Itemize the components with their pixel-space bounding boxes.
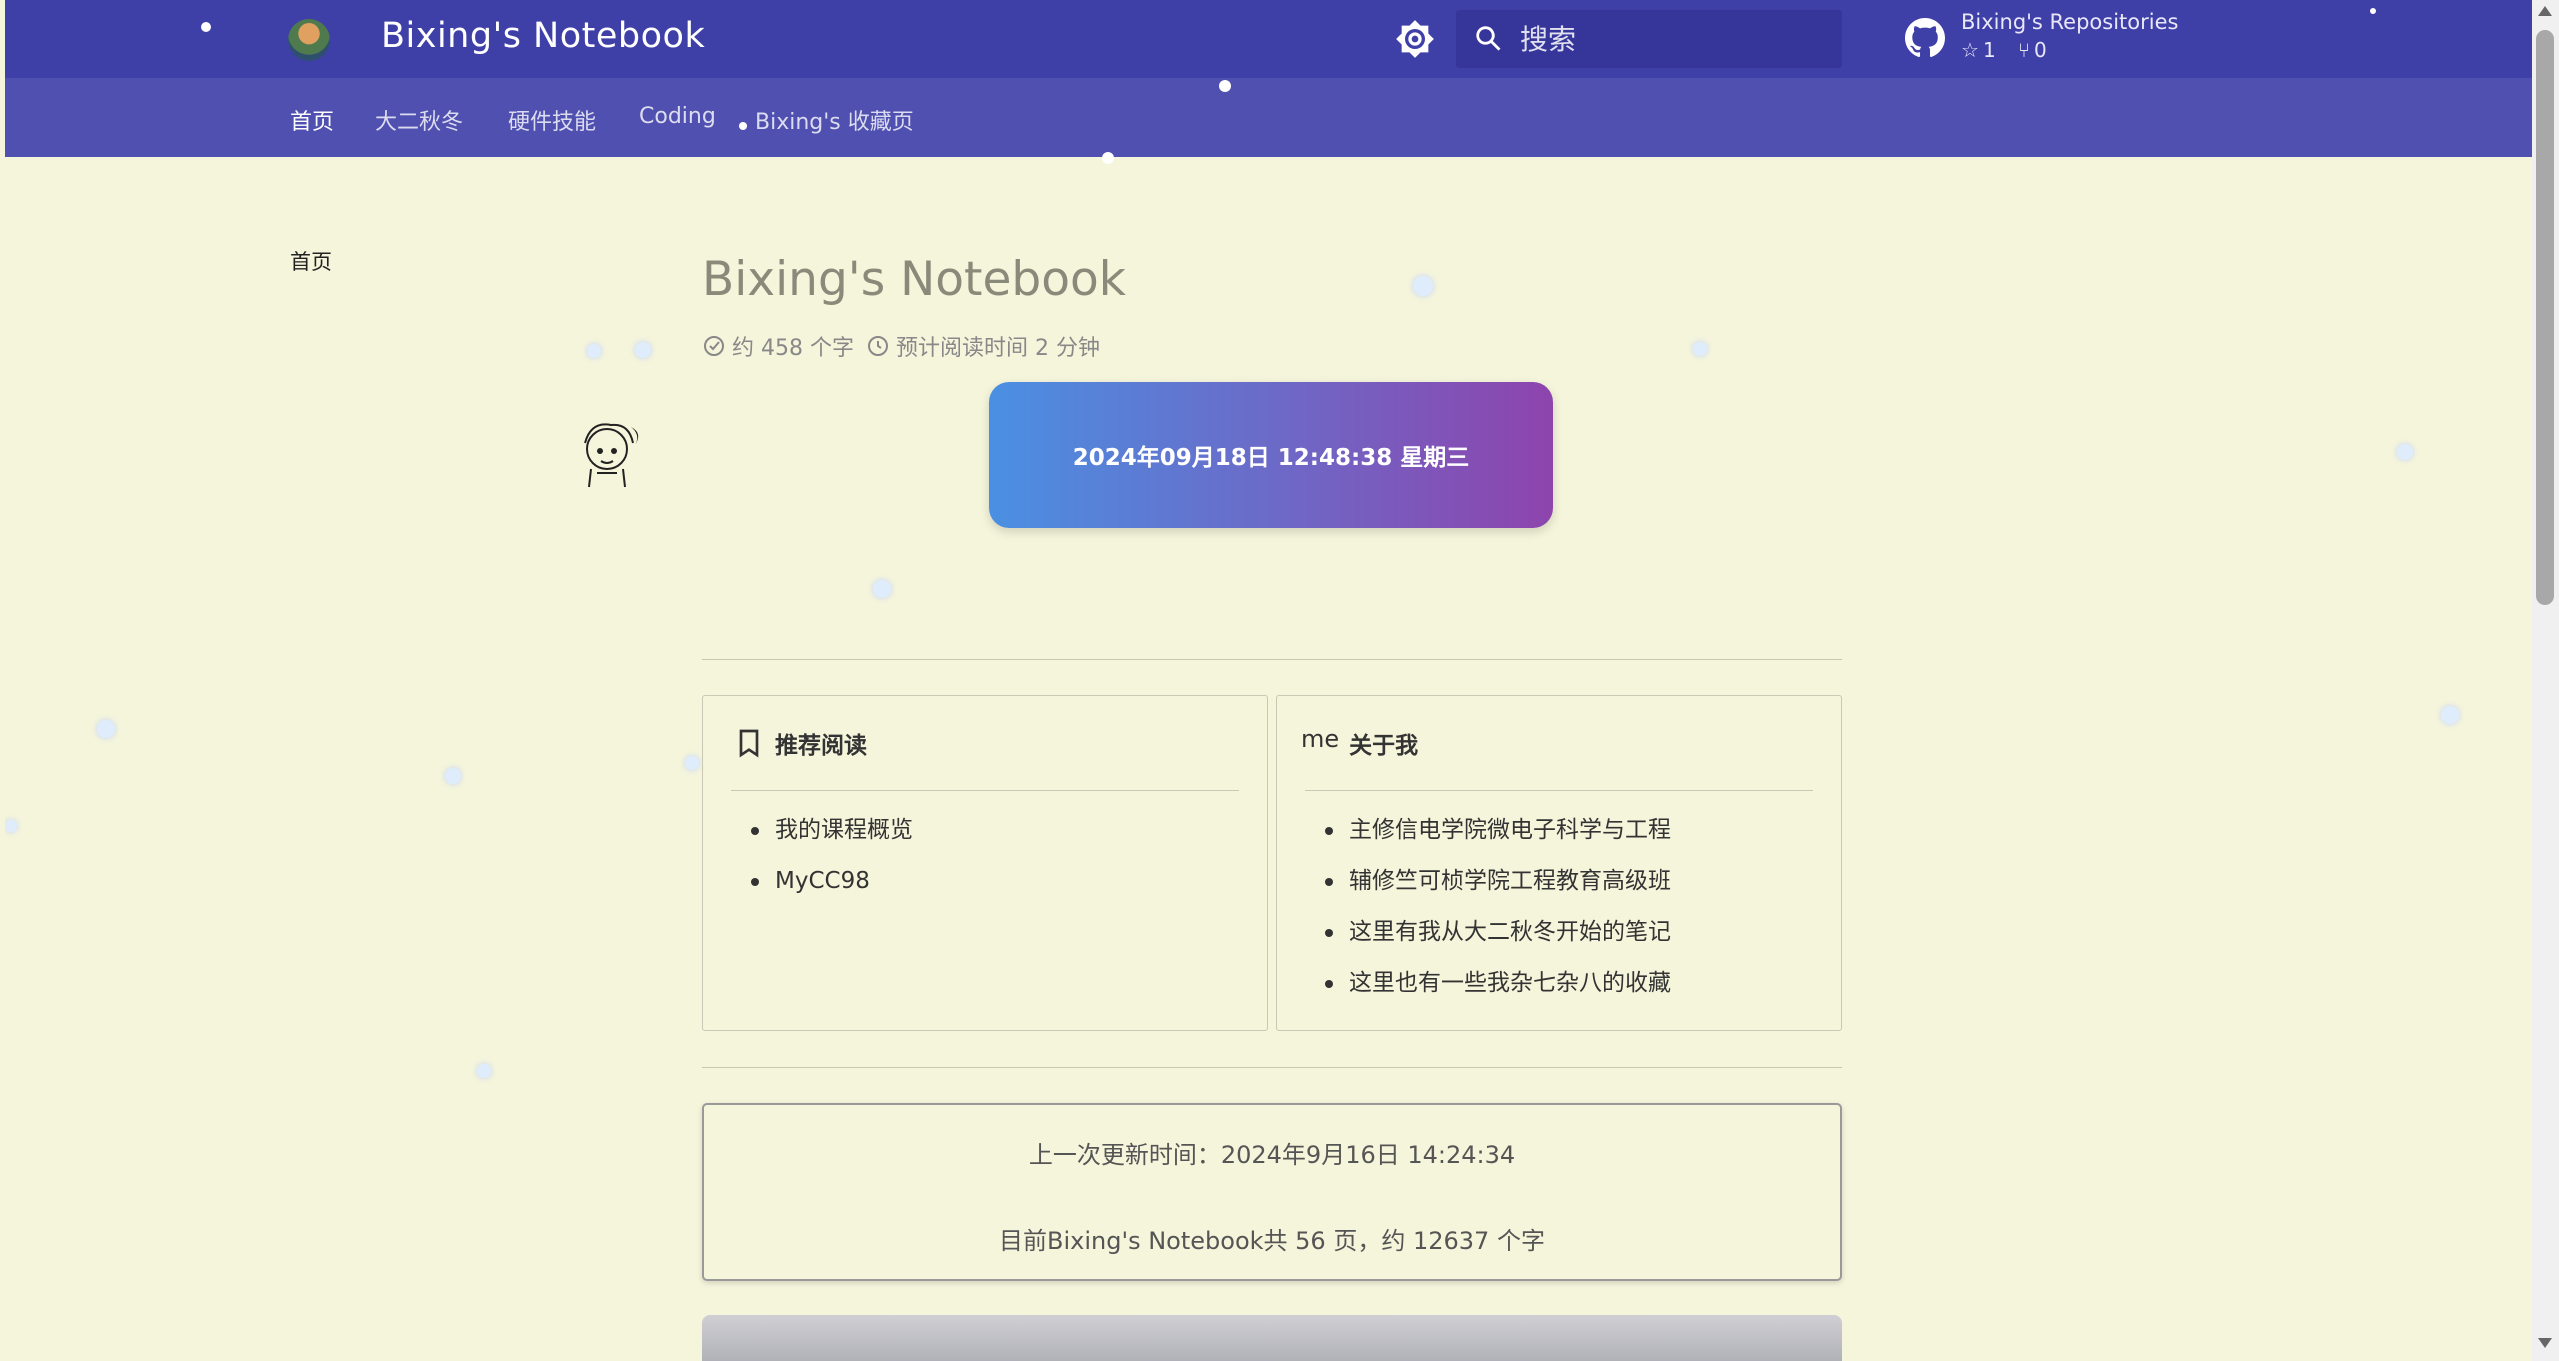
read-time: 预计阅读时间 2 分钟 bbox=[895, 336, 1100, 361]
list-item: 辅修竺可桢学院工程教育高级班 bbox=[1325, 861, 1671, 912]
divider bbox=[702, 659, 1842, 660]
star-count: 1 bbox=[1982, 38, 1996, 62]
site-summary: 目前Bixing's Notebook共 56 页，约 12637 个字 bbox=[999, 1227, 1545, 1255]
clock-datetime: 2024年09月18日 12:48:38 星期三 bbox=[1072, 445, 1470, 471]
divider bbox=[702, 1067, 1842, 1068]
repo-name: Bixing's Repositories bbox=[1961, 10, 2179, 34]
fork-count: 0 bbox=[2034, 38, 2047, 62]
scroll-up-arrow-icon[interactable] bbox=[2538, 6, 2552, 16]
about-list: 主修信电学院微电子科学与工程 辅修竺可桢学院工程教育高级班 这里有我从大二秋冬开… bbox=[1325, 810, 1671, 1014]
vertical-scrollbar[interactable] bbox=[2532, 0, 2559, 1361]
snowflake bbox=[873, 580, 891, 598]
recommended-title: 推荐阅读 bbox=[775, 733, 867, 759]
recommended-list: 我的课程概览 MyCC98 bbox=[751, 810, 913, 912]
site-stats-box: 上一次更新时间：2024年9月16日 14:24:34 目前Bixing's N… bbox=[702, 1103, 1842, 1281]
clock-icon bbox=[867, 336, 888, 356]
recommended-card: 推荐阅读 我的课程概览 MyCC98 bbox=[702, 695, 1268, 1031]
tab-home[interactable]: 首页 bbox=[290, 104, 334, 136]
clock-card: 2024年09月18日 12:48:38 星期三 bbox=[989, 382, 1553, 528]
search-icon bbox=[1476, 26, 1501, 51]
snowflake bbox=[1693, 342, 1707, 356]
snowflake bbox=[2441, 706, 2459, 724]
list-item: 这里有我从大二秋冬开始的笔记 bbox=[1325, 912, 1671, 963]
snowflake bbox=[1219, 80, 1231, 92]
about-header: me 关于我 bbox=[1301, 725, 1419, 760]
bookmark-icon bbox=[739, 729, 759, 758]
link-mycc98[interactable]: MyCC98 bbox=[775, 868, 870, 894]
snowflake bbox=[685, 756, 699, 770]
avatar-doodle bbox=[584, 423, 639, 488]
tab-coding[interactable]: Coding bbox=[639, 104, 716, 129]
word-count: 约 458 个字 bbox=[732, 336, 854, 361]
list-item: 我的课程概览 bbox=[751, 810, 913, 861]
page-frame: Bixing's Notebook Bixing's Repositories … bbox=[5, 0, 2532, 1361]
page-title: Bixing's Notebook bbox=[702, 252, 1126, 307]
about-card: me 关于我 主修信电学院微电子科学与工程 辅修竺可桢学院工程教育高级班 这里有… bbox=[1276, 695, 1842, 1031]
search-box[interactable] bbox=[1456, 10, 1842, 68]
snowflake bbox=[1102, 152, 1114, 164]
snowflake bbox=[97, 720, 115, 738]
page-meta: 约 458 个字 预计阅读时间 2 分钟 bbox=[702, 330, 1100, 362]
snowflake bbox=[445, 768, 461, 784]
card-divider bbox=[731, 790, 1239, 791]
list-item: MyCC98 bbox=[751, 861, 913, 912]
tab-favorites[interactable]: Bixing's 收藏页 bbox=[755, 104, 914, 136]
site-title[interactable]: Bixing's Notebook bbox=[381, 16, 705, 56]
snowflake bbox=[2397, 444, 2413, 460]
banner-image bbox=[702, 1315, 1842, 1361]
github-icon bbox=[1905, 18, 1945, 58]
snowflake bbox=[201, 22, 211, 32]
card-divider bbox=[1305, 790, 1813, 791]
snowflake bbox=[635, 342, 651, 358]
link-course-overview[interactable]: 我的课程概览 bbox=[775, 817, 913, 843]
snowflake bbox=[2370, 8, 2376, 14]
snowflake bbox=[1413, 276, 1433, 296]
header-bar: Bixing's Notebook Bixing's Repositories … bbox=[5, 0, 2532, 78]
tab-sophomore[interactable]: 大二秋冬 bbox=[375, 104, 463, 136]
snowflake bbox=[477, 1064, 491, 1078]
recommended-header: 推荐阅读 bbox=[733, 726, 867, 760]
snowflake bbox=[587, 344, 601, 358]
snowflake bbox=[739, 122, 747, 130]
theme-toggle-icon[interactable] bbox=[1395, 19, 1435, 59]
last-updated: 上一次更新时间：2024年9月16日 14:24:34 bbox=[1028, 1141, 1516, 1169]
repo-stats: ☆ 1 ⑂ 0 bbox=[1961, 38, 2063, 62]
repo-link[interactable]: Bixing's Repositories ☆ 1 ⑂ 0 bbox=[1905, 10, 2178, 70]
scroll-down-arrow-icon[interactable] bbox=[2538, 1338, 2552, 1348]
site-logo[interactable] bbox=[288, 19, 330, 61]
scroll-thumb[interactable] bbox=[2536, 30, 2554, 605]
snowflake bbox=[5, 820, 17, 832]
search-input[interactable] bbox=[1520, 22, 1820, 56]
star-icon: ☆ bbox=[1961, 38, 1979, 62]
tab-hardware[interactable]: 硬件技能 bbox=[508, 104, 596, 136]
list-item: 这里也有一些我杂七杂八的收藏 bbox=[1325, 963, 1671, 1014]
about-title: 关于我 bbox=[1349, 733, 1419, 759]
fork-icon: ⑂ bbox=[2018, 38, 2031, 62]
sidebar-item-home[interactable]: 首页 bbox=[290, 246, 332, 276]
list-item: 主修信电学院微电子科学与工程 bbox=[1325, 810, 1671, 861]
me-prefix: me bbox=[1301, 725, 1340, 753]
edit-check-icon bbox=[704, 336, 724, 356]
